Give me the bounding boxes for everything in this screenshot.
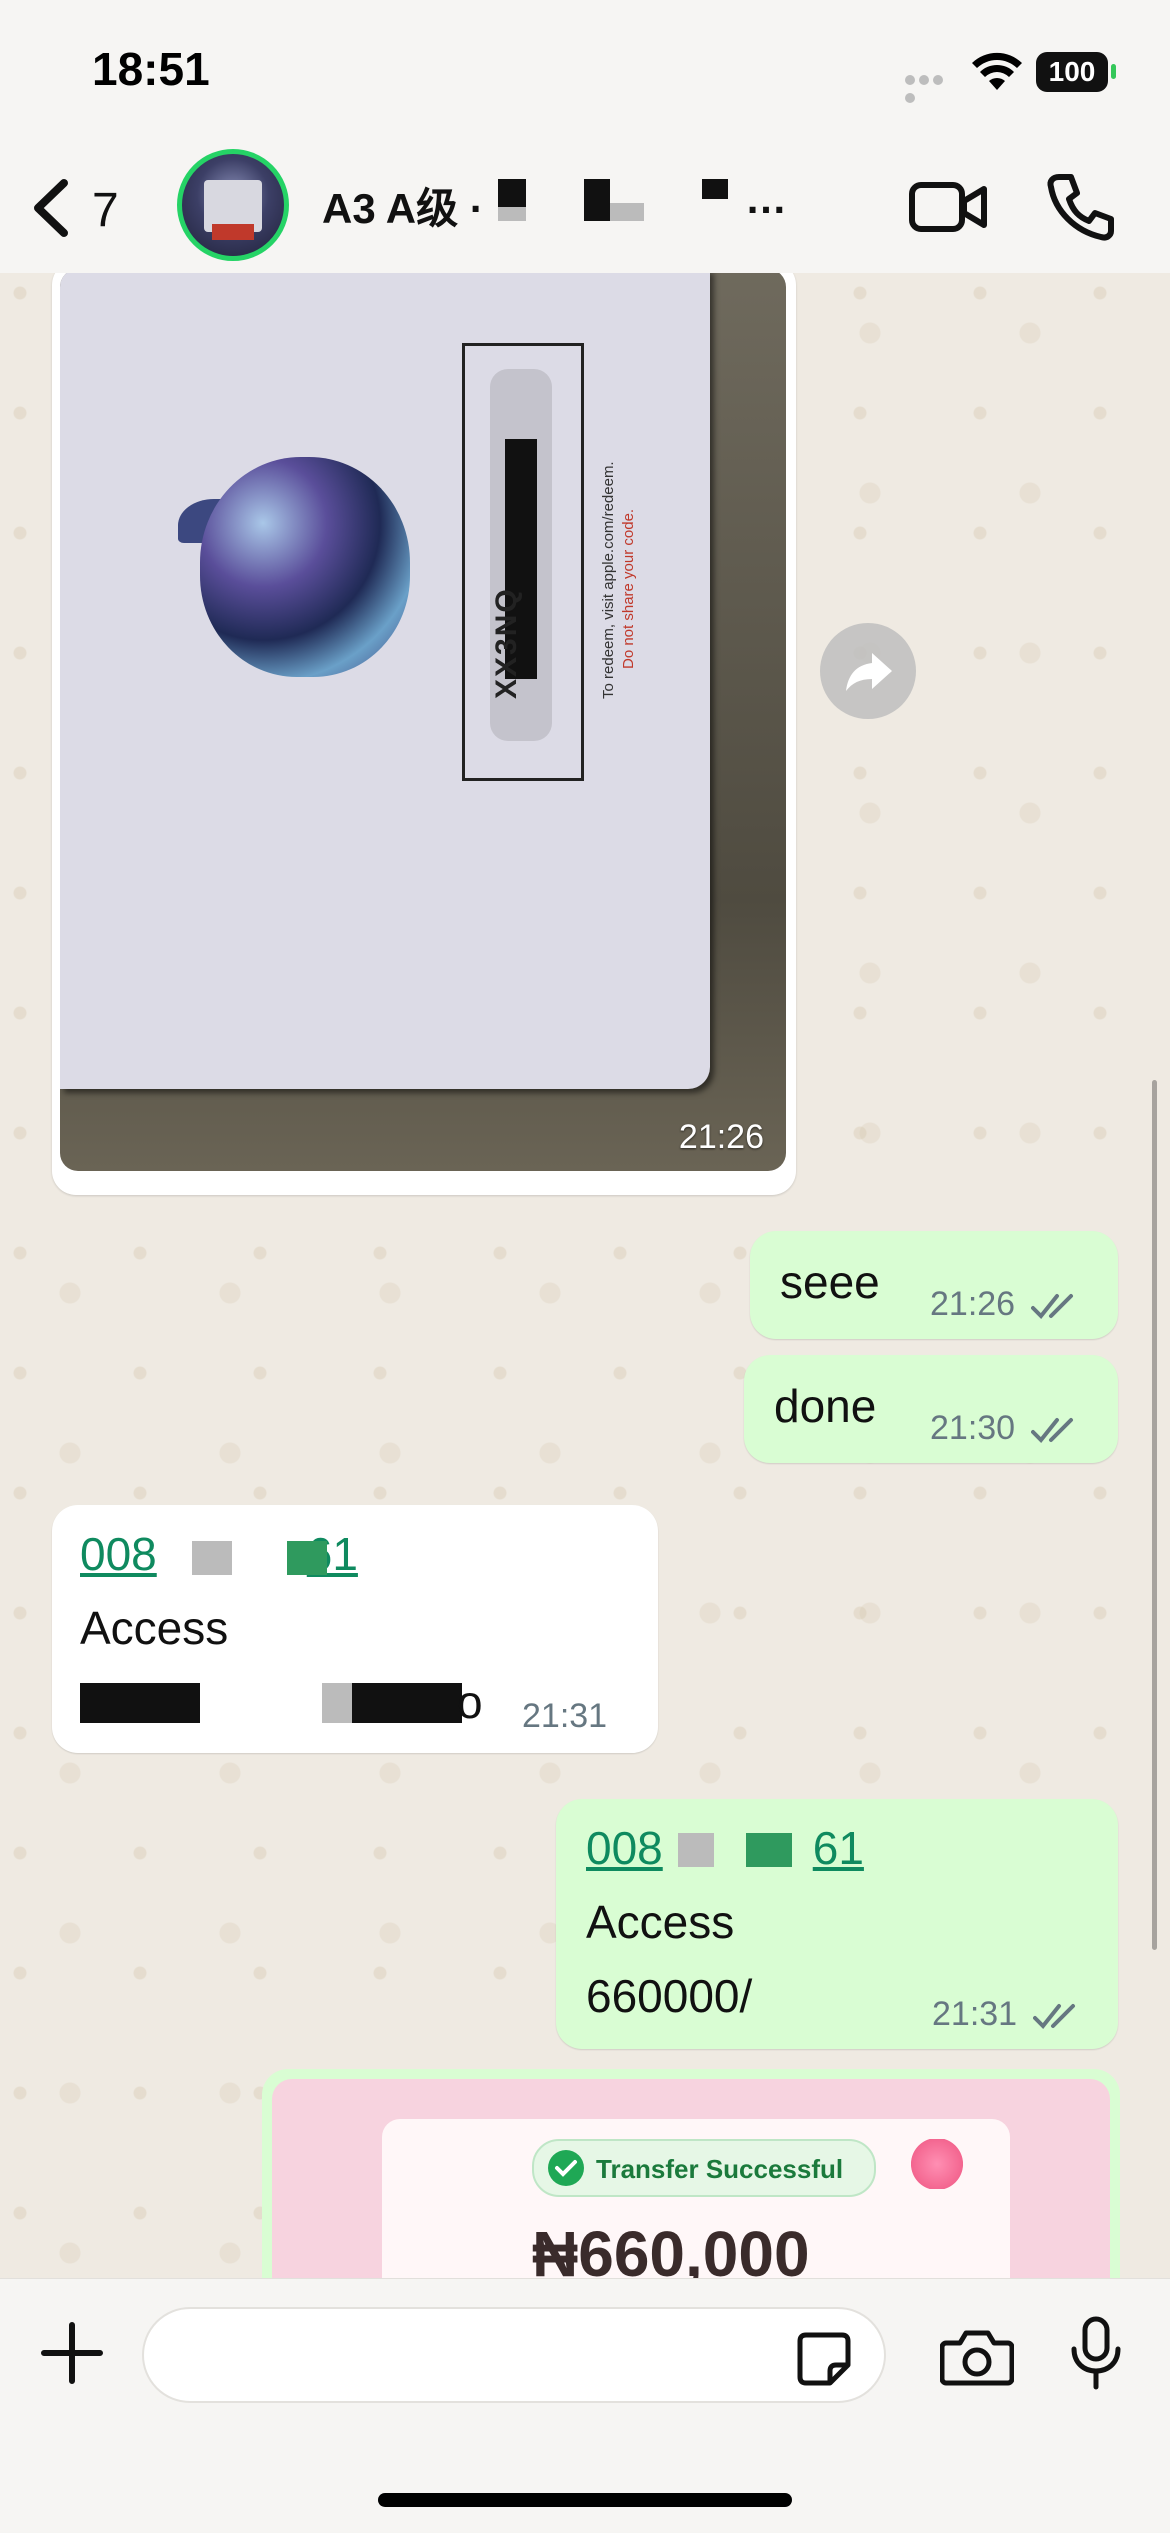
transfer-receipt-image[interactable]: Transfer Successful ₦660,000: [272, 2079, 1110, 2278]
message-time: 21:26: [930, 1285, 1016, 1323]
message-time: 21:31: [932, 1995, 1018, 2033]
account-number-link[interactable]: 008 61: [586, 1821, 864, 1875]
status-time: 18:51: [92, 43, 210, 95]
chat-title[interactable]: A3 A级 ·: [322, 175, 484, 236]
message-text: seee: [780, 1256, 880, 1308]
status-bar: 18:51 100: [0, 0, 1170, 145]
message-line: Access: [80, 1602, 229, 1654]
redaction-block: [352, 1683, 462, 1723]
forward-button[interactable]: [820, 623, 916, 719]
outgoing-message[interactable]: 008 61 Access 660000/ 21:31: [556, 1799, 1118, 2049]
double-check-icon: [1030, 1418, 1073, 1444]
chat-area[interactable]: XX3NQ To redeem, visit apple.com/redeem.…: [0, 273, 1170, 2278]
check-icon: [548, 2150, 584, 2186]
wifi-icon: [972, 52, 1022, 90]
outgoing-message[interactable]: done 21:30: [744, 1355, 1118, 1463]
card-warning-note: Do not share your code.: [620, 508, 637, 669]
card-code: XX3NQ: [490, 587, 523, 699]
gift-card-photo[interactable]: XX3NQ To redeem, visit apple.com/redeem.…: [60, 273, 786, 1171]
message-line: Access: [586, 1896, 735, 1948]
redaction-block: [192, 1541, 232, 1575]
redaction-block: [498, 179, 526, 207]
transfer-status-badge: Transfer Successful: [532, 2139, 876, 2197]
redaction-block: [678, 1833, 714, 1867]
chat-title-ellipsis: …: [745, 175, 787, 222]
message-input[interactable]: [142, 2307, 886, 2403]
outgoing-message[interactable]: seee 21:26: [750, 1231, 1118, 1339]
avatar[interactable]: [177, 149, 289, 261]
sticker-icon[interactable]: [796, 2331, 852, 2387]
gift-card: XX3NQ To redeem, visit apple.com/redeem.…: [60, 273, 710, 1089]
redaction-block: [287, 1541, 327, 1575]
message-text: done: [774, 1380, 877, 1432]
redaction-block: [80, 1683, 200, 1723]
message-composer: [0, 2278, 1170, 2533]
cellular-signal-icon: [905, 72, 960, 103]
redaction-block: [322, 1683, 352, 1723]
message-time: 21:30: [930, 1409, 1016, 1447]
battery-indicator: 100: [1036, 52, 1108, 92]
outgoing-image-message[interactable]: Transfer Successful ₦660,000: [262, 2069, 1120, 2278]
camera-icon[interactable]: [940, 2327, 1014, 2387]
apple-logo: [200, 457, 410, 677]
chat-title-text: A3 A级 ·: [322, 185, 484, 232]
redaction-block: [746, 1833, 792, 1867]
bow-decoration: [902, 2139, 972, 2189]
message-meta: 21:26: [930, 1285, 1079, 1324]
home-indicator: [378, 2493, 792, 2507]
message-line: 660000/: [586, 1970, 753, 2022]
redaction-block: [702, 179, 728, 199]
double-check-icon: [1032, 2004, 1075, 2030]
message-time: 21:26: [678, 1118, 764, 1156]
transfer-status-text: Transfer Successful: [596, 2154, 844, 2184]
redaction-block: [498, 207, 526, 221]
forward-icon: [846, 653, 892, 691]
unread-count[interactable]: 7: [92, 183, 119, 238]
card-redeem-note: To redeem, visit apple.com/redeem.: [600, 461, 617, 699]
double-check-icon: [1030, 1294, 1073, 1320]
message-line-end: o: [457, 1676, 483, 1728]
receipt-ticket: Transfer Successful ₦660,000: [382, 2119, 1010, 2278]
message-meta: 21:31: [932, 1995, 1081, 2034]
redaction-block: [584, 179, 610, 221]
redaction-block: [610, 203, 644, 221]
plus-icon[interactable]: [40, 2321, 104, 2385]
chat-header: 7 A3 A级 · …: [0, 145, 1170, 274]
incoming-message[interactable]: 008 61 Access o 21:31: [52, 1505, 658, 1753]
transfer-amount: ₦660,000: [532, 2218, 810, 2278]
chevron-left-icon[interactable]: [24, 175, 84, 241]
phone-icon[interactable]: [1045, 171, 1115, 243]
video-camera-icon[interactable]: [908, 177, 988, 237]
scrollbar[interactable]: [1152, 1080, 1157, 1950]
incoming-image-message[interactable]: XX3NQ To redeem, visit apple.com/redeem.…: [52, 273, 796, 1195]
microphone-icon[interactable]: [1068, 2315, 1124, 2391]
battery-cap: [1111, 64, 1116, 79]
message-meta: 21:30: [930, 1409, 1079, 1448]
message-time: 21:31: [522, 1697, 608, 1735]
